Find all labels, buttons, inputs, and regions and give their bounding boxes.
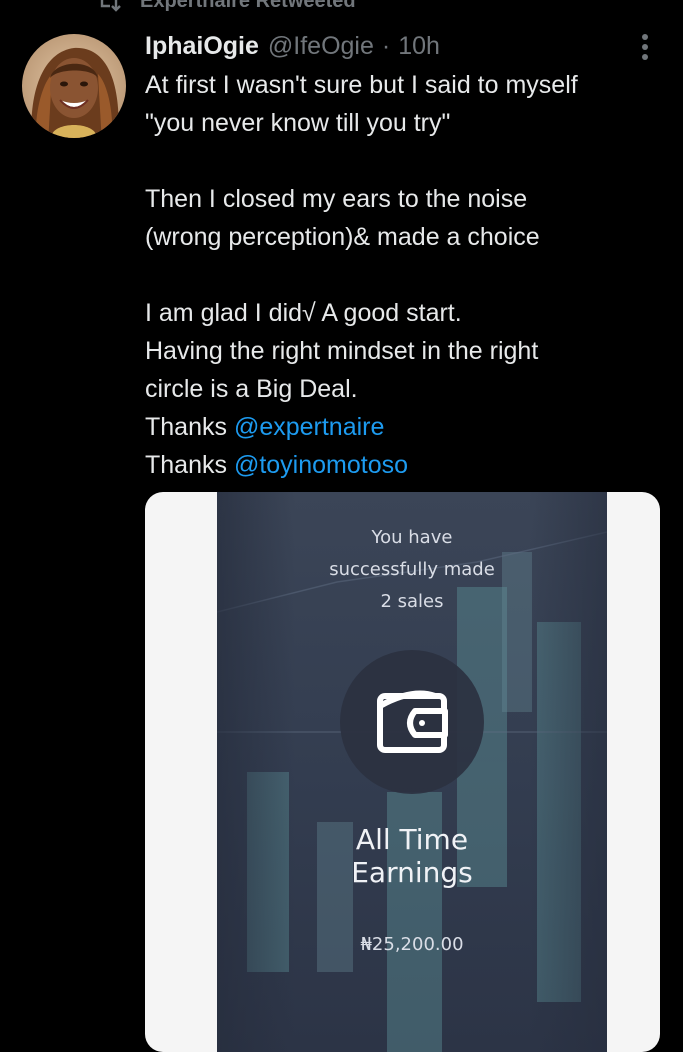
sales-line: You have xyxy=(371,527,453,548)
retweet-label: Expertnaire Retweeted xyxy=(140,0,356,12)
timestamp[interactable]: 10h xyxy=(398,32,440,61)
separator-dot: · xyxy=(381,31,391,60)
sales-line: successfully made xyxy=(329,559,495,580)
earnings-label: Earnings xyxy=(351,856,473,889)
tweet-media[interactable]: You have successfully made 2 sales All T… xyxy=(145,492,660,1052)
tweet-line-break xyxy=(145,256,670,294)
tweet-line: At first I wasn't sure but I said to mys… xyxy=(145,71,578,99)
retweet-indicator: Expertnaire Retweeted xyxy=(96,0,356,12)
display-name[interactable]: IphaiOgie xyxy=(145,32,259,61)
tweet-line: Having the right mindset in the right xyxy=(145,337,539,365)
user-handle[interactable]: @IfeOgie xyxy=(268,32,374,61)
mention-link[interactable]: @toyinomotoso xyxy=(234,451,408,479)
screenshot-image: You have successfully made 2 sales All T… xyxy=(217,492,607,1052)
avatar-photo xyxy=(22,34,126,138)
tweet-text: At first I wasn't sure but I said to mys… xyxy=(145,66,670,484)
tweet-line: Then I closed my ears to the noise xyxy=(145,185,528,213)
thanks-line: Thanks @toyinomotoso xyxy=(145,446,670,484)
thanks-prefix: Thanks xyxy=(145,451,234,479)
tweet-header: IphaiOgie @IfeOgie · 10h xyxy=(145,28,663,64)
tweet-line: (wrong perception)& made a choice xyxy=(145,223,540,251)
tweet-line: circle is a Big Deal. xyxy=(145,375,358,403)
more-vertical-icon xyxy=(642,34,648,60)
avatar[interactable] xyxy=(22,34,126,138)
thanks-prefix: Thanks xyxy=(145,413,234,441)
thanks-line: Thanks @expertnaire xyxy=(145,408,670,446)
earnings-label: All Time xyxy=(355,823,469,856)
earnings-amount: ₦25,200.00 xyxy=(360,934,464,955)
more-options-button[interactable] xyxy=(631,33,659,61)
tweet-line: I am glad I did√ A good start. xyxy=(145,299,462,327)
sales-line: 2 sales xyxy=(380,591,444,612)
mention-link[interactable]: @expertnaire xyxy=(234,413,384,441)
retweet-icon xyxy=(100,0,121,12)
tweet-line-break xyxy=(145,142,670,180)
tweet-line: "you never know till you try" xyxy=(145,109,451,137)
